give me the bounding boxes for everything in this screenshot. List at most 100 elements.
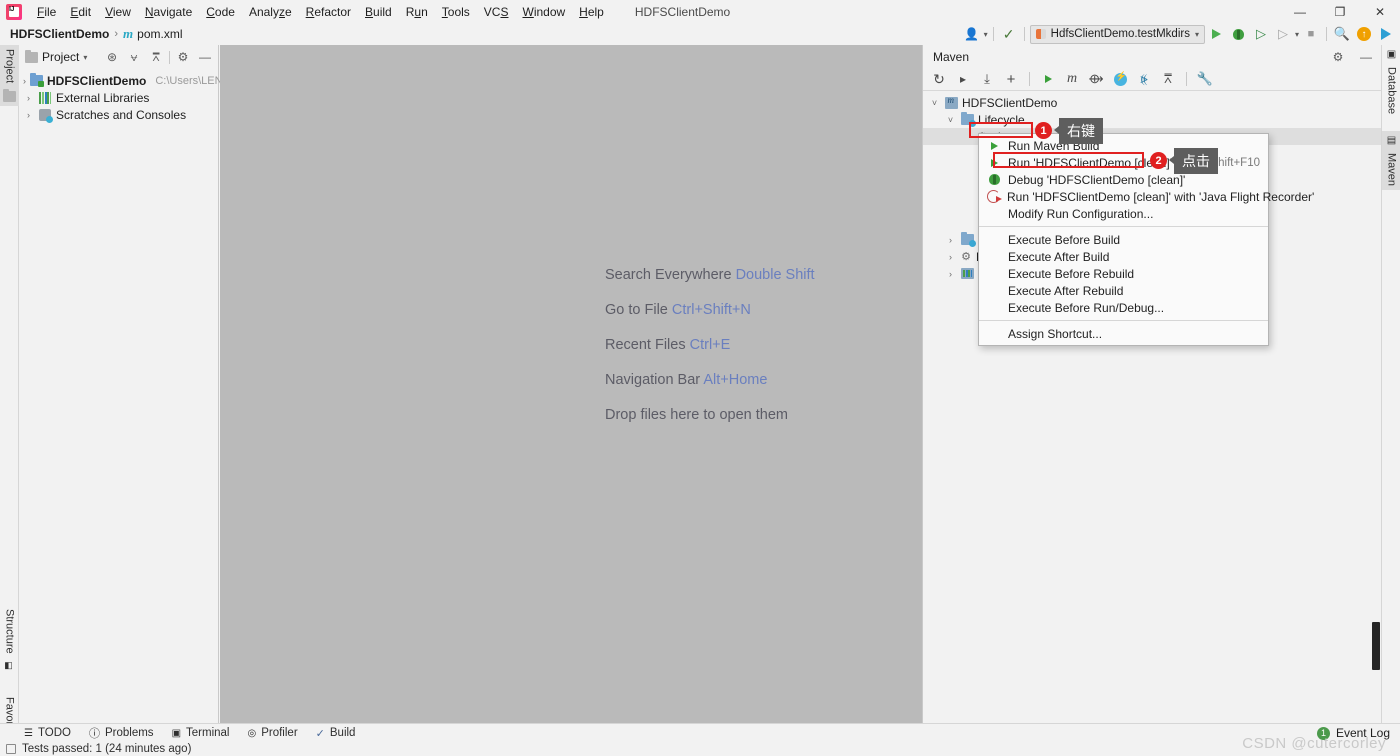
stop-button[interactable]: ■ [1301, 24, 1321, 44]
user-icon[interactable]: 👤 [962, 24, 982, 44]
menu-item-run-clean[interactable]: Run 'HDFSClientDemo [clean]' Ctrl+Shift+… [979, 154, 1268, 171]
annotation-badge-1: 1 [1035, 122, 1052, 139]
maven-settings-icon[interactable]: 🔧 [1195, 70, 1215, 89]
editor-empty-area[interactable]: Search Everywhere Double Shift Go to Fil… [220, 45, 922, 723]
add-maven-project-icon[interactable]: + [1001, 70, 1021, 89]
bottom-tab-terminal[interactable]: ▣ Terminal [172, 727, 230, 739]
menu-build[interactable]: Build [358, 3, 399, 21]
menu-vcs[interactable]: VCS [477, 3, 516, 21]
menu-item-run-with-jfr[interactable]: Run 'HDFSClientDemo [clean]' with 'Java … [979, 188, 1314, 205]
menu-code[interactable]: Code [199, 3, 242, 21]
maven-project-icon [944, 95, 958, 109]
collapse-all-icon[interactable]: ⩞ [147, 48, 165, 66]
menu-item-run-maven-build[interactable]: Run Maven Build [979, 137, 1268, 154]
chevron-right-icon[interactable]: › [945, 269, 956, 279]
bottom-tab-problems[interactable]: ⓘ Problems [89, 725, 154, 741]
hide-panel-icon[interactable]: — [1357, 48, 1375, 66]
terminal-icon: ▣ [171, 727, 182, 739]
execute-maven-goal-icon[interactable]: m [1062, 70, 1082, 89]
menu-refactor[interactable]: Refactor [299, 3, 358, 21]
chevron-down-icon[interactable]: ˅ [945, 115, 956, 125]
sidebar-item-structure[interactable]: Structure ◧ [0, 605, 19, 675]
tree-node-hdfsclientdemo[interactable]: › HDFSClientDemo C:\Users\LENOVO [19, 72, 247, 89]
menu-navigate[interactable]: Navigate [138, 3, 199, 21]
breadcrumb-project[interactable]: HDFSClientDemo [10, 27, 109, 41]
reload-all-maven-projects-icon[interactable]: ↻ [929, 70, 949, 89]
tree-node-external-libraries[interactable]: › External Libraries [19, 89, 218, 106]
run-button[interactable] [1207, 24, 1227, 44]
scrollbar-thumb[interactable] [1372, 622, 1380, 670]
maven-node-hdfsclientdemo[interactable]: ˅ HDFSClientDemo [923, 94, 1381, 111]
chevron-right-icon[interactable]: › [945, 252, 956, 262]
show-dependencies-icon[interactable]: ⦕ [1134, 70, 1154, 89]
chevron-down-icon[interactable]: ▾ [1295, 30, 1299, 39]
chevron-right-icon[interactable]: › [23, 110, 34, 120]
run-with-coverage-button[interactable]: ▷ [1251, 24, 1271, 44]
settings-gear-icon[interactable]: ⚙ [174, 48, 192, 66]
download-sources-icon[interactable]: ⤓ [977, 70, 997, 89]
menu-item-assign-shortcut[interactable]: Assign Shortcut... [979, 325, 1268, 342]
chevron-right-icon[interactable]: › [945, 235, 956, 245]
bottom-tab-profiler[interactable]: ◎ Profiler [247, 727, 297, 739]
close-button[interactable]: ✕ [1360, 0, 1400, 23]
hint-action: Recent Files [605, 337, 686, 353]
expand-all-icon[interactable]: ⩝ [125, 48, 143, 66]
sidebar-item-project[interactable]: Project [0, 45, 19, 107]
profile-button[interactable]: ▷ [1273, 24, 1293, 44]
menu-item-modify-run-configuration[interactable]: Modify Run Configuration... [979, 205, 1268, 222]
restore-button[interactable]: ❐ [1320, 0, 1360, 23]
java-flight-recorder-icon [987, 190, 1002, 203]
event-log-count-badge: 1 [1316, 726, 1330, 740]
generate-sources-icon[interactable]: ▸ [953, 70, 973, 89]
sidebar-item-maven[interactable]: ▤ Maven [1382, 131, 1400, 191]
menu-item-execute-before-rebuild[interactable]: Execute Before Rebuild [979, 265, 1268, 282]
menu-item-debug-clean[interactable]: Debug 'HDFSClientDemo [clean]' [979, 171, 1268, 188]
sidebar-item-database[interactable]: ▣ Database [1382, 45, 1400, 118]
menu-window[interactable]: Window [515, 3, 572, 21]
chevron-down-icon[interactable]: ▾ [984, 30, 988, 39]
chevron-right-icon[interactable]: › [23, 76, 26, 86]
debug-button[interactable] [1229, 24, 1249, 44]
menu-run[interactable]: Run [399, 3, 435, 21]
select-opened-file-icon[interactable]: ⊛ [103, 48, 121, 66]
menu-item-label: Run 'HDFSClientDemo [clean]' [1008, 155, 1172, 170]
run-configuration-selector[interactable]: HdfsClientDemo.testMkdirs ▾ [1029, 24, 1205, 44]
maven-node-lifecycle[interactable]: ˅ Lifecycle [923, 111, 1381, 128]
hint-shortcut: Ctrl+E [689, 337, 731, 353]
menu-file[interactable]: File [30, 3, 63, 21]
menu-analyze[interactable]: Analyze [242, 3, 299, 21]
menu-edit[interactable]: Edit [63, 3, 98, 21]
project-panel-title[interactable]: Project [42, 50, 79, 64]
toolbar-divider [1029, 72, 1030, 86]
collapse-all-icon[interactable]: ⩞ [1158, 70, 1178, 89]
menu-view[interactable]: View [98, 3, 138, 21]
bottom-tab-todo[interactable]: ☰ TODO [24, 727, 71, 739]
hammer-build-icon[interactable]: ✓ [999, 24, 1019, 44]
search-icon[interactable]: 🔍 [1332, 24, 1352, 44]
chevron-down-icon[interactable]: ˅ [929, 98, 940, 108]
run-maven-build-icon[interactable] [1038, 70, 1058, 89]
menu-separator [979, 320, 1268, 321]
menu-help[interactable]: Help [572, 3, 611, 21]
toggle-skip-tests-icon[interactable]: ⟴ [1086, 70, 1106, 89]
chevron-right-icon[interactable]: › [23, 93, 34, 103]
tree-node-scratches-and-consoles[interactable]: › Scratches and Consoles [19, 106, 218, 123]
menu-item-execute-before-run-debug[interactable]: Execute Before Run/Debug... [979, 299, 1268, 316]
toggle-offline-mode-icon[interactable] [1110, 70, 1130, 89]
hint-action: Navigation Bar [605, 372, 701, 388]
push-commit-icon[interactable] [1376, 24, 1396, 44]
bottom-tab-build[interactable]: ✓ Build [316, 727, 356, 740]
menu-item-execute-before-build[interactable]: Execute Before Build [979, 231, 1268, 248]
bottom-tab-label: TODO [37, 727, 71, 739]
hide-panel-icon[interactable]: — [196, 48, 214, 66]
minimize-button[interactable]: — [1280, 0, 1320, 23]
event-log-area[interactable]: 1 Event Log [1316, 726, 1390, 740]
menu-item-execute-after-build[interactable]: Execute After Build [979, 248, 1268, 265]
menu-tools[interactable]: Tools [435, 3, 477, 21]
chevron-down-icon[interactable]: ▾ [83, 53, 87, 62]
settings-gear-icon[interactable]: ⚙ [1329, 48, 1347, 66]
breadcrumb-file[interactable]: pom.xml [137, 27, 182, 41]
update-project-icon[interactable]: ↑ [1354, 24, 1374, 44]
run-config-label: HdfsClientDemo.testMkdirs [1050, 28, 1190, 40]
menu-item-execute-after-rebuild[interactable]: Execute After Rebuild [979, 282, 1268, 299]
